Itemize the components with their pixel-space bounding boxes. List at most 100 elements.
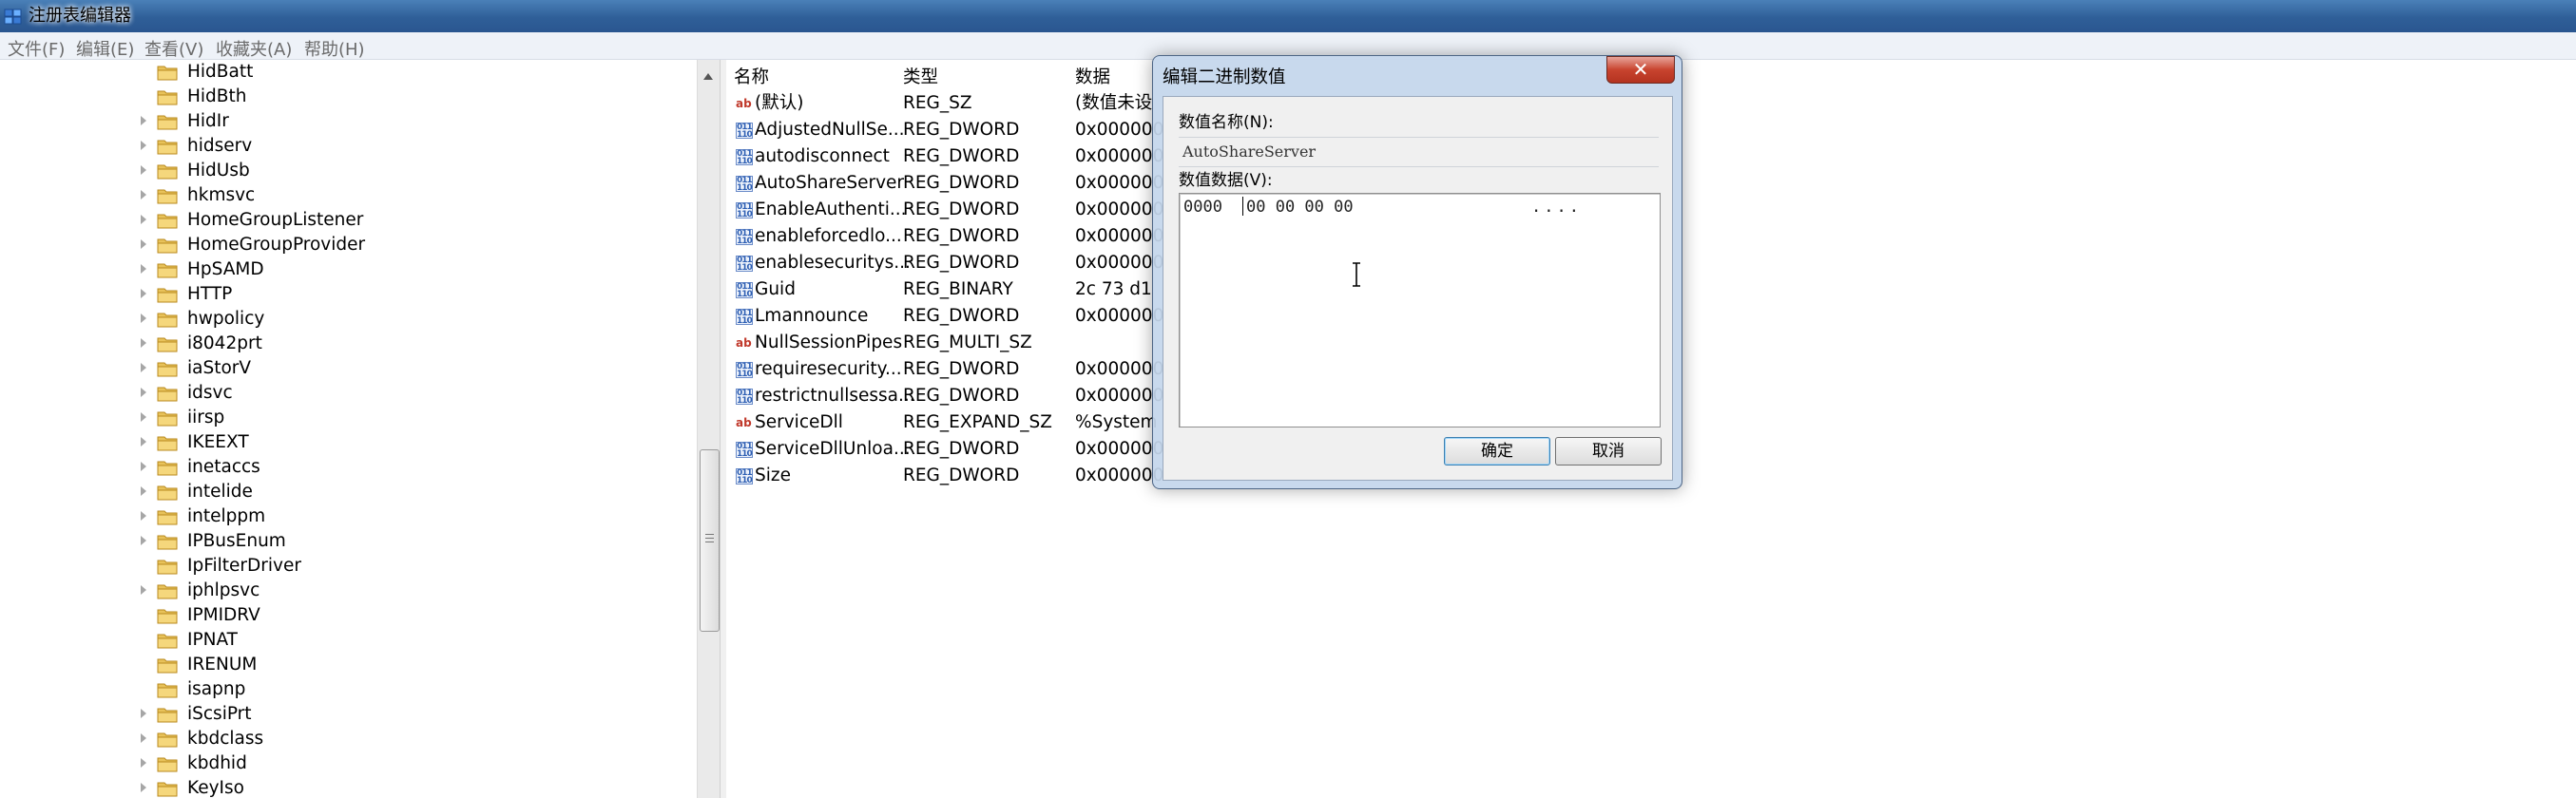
tree-item[interactable]: kbdclass	[0, 727, 665, 751]
tree-item[interactable]: iScsiPrt	[0, 702, 665, 727]
tree-item[interactable]: HidBth	[0, 85, 665, 109]
folder-icon	[157, 385, 178, 402]
tree-item[interactable]: HTTP	[0, 282, 665, 307]
cancel-button[interactable]: 取消	[1555, 437, 1662, 466]
tree-item[interactable]: HidBatt	[0, 60, 665, 85]
value-data: 0x000000	[1075, 253, 1164, 273]
value-name: EnableAuthenti...	[755, 200, 907, 219]
hex-ascii: ....	[1531, 198, 1582, 217]
tree-scrollbar[interactable]	[697, 60, 721, 798]
expand-arrow-icon[interactable]	[141, 141, 146, 150]
expand-arrow-icon[interactable]	[141, 783, 146, 792]
tree-item[interactable]: hwpolicy	[0, 307, 665, 332]
expand-arrow-icon[interactable]	[141, 536, 146, 545]
scrollbar-thumb[interactable]	[700, 449, 720, 632]
folder-icon	[157, 434, 178, 451]
expand-arrow-icon[interactable]	[141, 585, 146, 595]
expand-arrow-icon[interactable]	[141, 486, 146, 496]
tree-item[interactable]: isapnp	[0, 677, 665, 702]
column-header-name[interactable]: 名称	[734, 64, 769, 88]
tree-item[interactable]: HpSAMD	[0, 257, 665, 282]
expand-arrow-icon[interactable]	[141, 264, 146, 274]
tree-item[interactable]: hidserv	[0, 134, 665, 159]
expand-arrow-icon[interactable]	[141, 289, 146, 298]
tree-item-label: inetaccs	[187, 457, 260, 477]
folder-icon	[157, 409, 178, 427]
folder-icon	[157, 484, 178, 501]
text-cursor-icon	[1353, 262, 1360, 287]
tree-item[interactable]: HidUsb	[0, 159, 665, 183]
menu-favorites[interactable]: 收藏夹(A)	[216, 36, 292, 61]
value-data: 0x000000	[1075, 226, 1164, 246]
column-header-type[interactable]: 类型	[903, 64, 938, 88]
tree-item-label: HTTP	[187, 284, 233, 304]
tree-item-label: hidserv	[187, 136, 253, 156]
expand-arrow-icon[interactable]	[141, 511, 146, 521]
string-value-icon: ab	[736, 336, 752, 350]
value-name: AutoShareServer	[755, 173, 905, 193]
tree-item[interactable]: i8042prt	[0, 332, 665, 356]
tree-item[interactable]: iirsp	[0, 406, 665, 430]
value-type: REG_DWORD	[903, 253, 1020, 273]
menu-edit[interactable]: 编辑(E)	[76, 36, 134, 61]
tree-item[interactable]: IPBusEnum	[0, 529, 665, 554]
expand-arrow-icon[interactable]	[141, 116, 146, 125]
tree-item-label: kbdhid	[187, 753, 247, 773]
tree-item[interactable]: HidIr	[0, 109, 665, 134]
expand-arrow-icon[interactable]	[141, 165, 146, 175]
folder-icon	[157, 582, 178, 599]
menu-view[interactable]: 查看(V)	[144, 36, 203, 61]
expand-arrow-icon[interactable]	[141, 363, 146, 372]
tree-item-label: kbdclass	[187, 729, 264, 749]
tree-item[interactable]: intelppm	[0, 504, 665, 529]
tree-item[interactable]: kbdhid	[0, 751, 665, 776]
menu-file[interactable]: 文件(F)	[8, 36, 65, 61]
value-data: %System	[1075, 412, 1158, 432]
tree-item[interactable]: iaStorV	[0, 356, 665, 381]
tree-item-label: idsvc	[187, 383, 233, 403]
tree-item[interactable]: IRENUM	[0, 653, 665, 677]
tree-item[interactable]: idsvc	[0, 381, 665, 406]
title-bar: 注册表编辑器	[0, 0, 2576, 32]
value-data: 0x000000	[1075, 439, 1164, 459]
tree-item[interactable]: IKEEXT	[0, 430, 665, 455]
hex-bytes[interactable]: 00 00 00 00	[1246, 198, 1354, 217]
expand-arrow-icon[interactable]	[141, 733, 146, 743]
registry-key-tree[interactable]: HidBatt HidBth HidIr hidserv HidUsb hkmsvc Hom…	[0, 60, 699, 798]
expand-arrow-icon[interactable]	[141, 215, 146, 224]
expand-arrow-icon[interactable]	[141, 239, 146, 249]
close-button[interactable]: ✕	[1606, 56, 1675, 84]
expand-arrow-icon[interactable]	[141, 709, 146, 718]
expand-arrow-icon[interactable]	[141, 388, 146, 397]
expand-arrow-icon[interactable]	[141, 338, 146, 348]
scroll-up-arrow-icon[interactable]	[703, 73, 713, 80]
value-data: 0x000000	[1075, 200, 1164, 219]
tree-item[interactable]: hkmsvc	[0, 183, 665, 208]
pane-splitter[interactable]	[720, 60, 726, 798]
tree-item[interactable]: IpFilterDriver	[0, 554, 665, 579]
expand-arrow-icon[interactable]	[141, 412, 146, 422]
value-name: AdjustedNullSe...	[755, 120, 905, 140]
expand-arrow-icon[interactable]	[141, 758, 146, 768]
tree-item[interactable]: inetaccs	[0, 455, 665, 480]
tree-item[interactable]: IPMIDRV	[0, 603, 665, 628]
tree-item[interactable]: HomeGroupListener	[0, 208, 665, 233]
tree-item[interactable]: HomeGroupProvider	[0, 233, 665, 257]
hex-data-editor[interactable]: 0000 00 00 00 00 ....	[1179, 193, 1661, 428]
expand-arrow-icon[interactable]	[141, 462, 146, 471]
value-name: requiresecurity...	[755, 359, 902, 379]
binary-value-icon: 011 110	[736, 256, 753, 273]
expand-arrow-icon[interactable]	[141, 190, 146, 200]
ok-button[interactable]: 确定	[1444, 437, 1550, 466]
tree-item[interactable]: IPNAT	[0, 628, 665, 653]
tree-item-label: i8042prt	[187, 333, 262, 353]
expand-arrow-icon[interactable]	[141, 314, 146, 323]
column-header-data[interactable]: 数据	[1075, 64, 1110, 88]
tree-item-label: HidBatt	[187, 62, 254, 82]
tree-item[interactable]: KeyIso	[0, 776, 665, 798]
tree-item[interactable]: intelide	[0, 480, 665, 504]
tree-item[interactable]: iphlpsvc	[0, 579, 665, 603]
value-type: REG_DWORD	[903, 306, 1020, 326]
menu-help[interactable]: 帮助(H)	[304, 36, 365, 61]
expand-arrow-icon[interactable]	[141, 437, 146, 446]
